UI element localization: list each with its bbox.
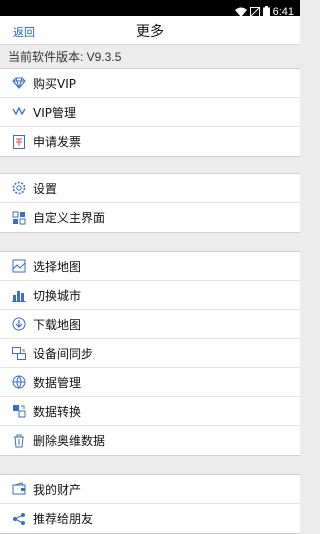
menu-item-label: 购买VIP (33, 76, 76, 91)
status-bar: 6:41 (0, 0, 300, 18)
data-manage-icon (11, 374, 27, 390)
vip-group: 购买VIP VIP管理 申请发票 (0, 68, 300, 157)
city-icon (11, 287, 27, 303)
download-map-icon (11, 316, 27, 332)
menu-item-label: 设备间同步 (33, 346, 94, 361)
version-label: 当前软件版本: V9.3.5 (0, 46, 300, 68)
menu-item-settings[interactable]: 设置 (0, 174, 300, 203)
settings-group: 设置 自定义主界面 (0, 173, 300, 233)
menu-item-download-map[interactable]: 下载地图 (0, 310, 300, 339)
menu-item-select-map[interactable]: 选择地图 (0, 252, 300, 281)
menu-item-invoice[interactable]: 申请发票 (0, 127, 300, 156)
menu-item-buy-vip[interactable]: 购买VIP (0, 69, 300, 98)
vip-manage-icon (11, 104, 27, 120)
menu-item-switch-city[interactable]: 切换城市 (0, 281, 300, 310)
menu-item-my-assets[interactable]: 我的财产 (0, 475, 300, 504)
customize-icon (11, 210, 27, 226)
page-title: 更多 (136, 24, 164, 40)
menu-item-data-convert[interactable]: 数据转换 (0, 397, 300, 426)
invoice-icon (11, 134, 27, 150)
menu-item-label: 删除奥维数据 (33, 434, 106, 448)
data-convert-icon (11, 403, 27, 419)
account-group: 我的财产 推荐给朋友 (0, 474, 300, 534)
share-icon (11, 511, 27, 527)
map-data-group: 选择地图 切换城市 下载地图 设备间同步 数据管理 数据转换 删除奥维数据 (0, 251, 300, 456)
menu-item-label: VIP管理 (33, 105, 76, 120)
menu-item-label: 申请发票 (33, 135, 82, 149)
menu-item-customize[interactable]: 自定义主界面 (0, 203, 300, 232)
menu-item-vip-manage[interactable]: VIP管理 (0, 98, 300, 127)
map-select-icon (11, 258, 27, 274)
gear-icon (11, 180, 27, 196)
menu-item-device-sync[interactable]: 设备间同步 (0, 339, 300, 368)
menu-item-data-manage[interactable]: 数据管理 (0, 368, 300, 397)
menu-item-label: 数据转换 (33, 404, 82, 419)
menu-item-label: 自定义主界面 (33, 211, 106, 225)
menu-item-label: 下载地图 (33, 317, 82, 332)
menu-item-delete-data[interactable]: 删除奥维数据 (0, 426, 300, 455)
sync-icon (11, 345, 27, 361)
menu-item-label: 切换城市 (33, 288, 82, 303)
delete-data-icon (11, 433, 27, 449)
menu-item-label: 我的财产 (33, 482, 82, 497)
diamond-icon (11, 75, 27, 91)
menu-item-share[interactable]: 推荐给朋友 (0, 504, 300, 533)
wallet-icon (11, 481, 27, 497)
menu-item-label: 推荐给朋友 (33, 512, 94, 526)
menu-item-label: 设置 (33, 181, 58, 196)
menu-item-label: 数据管理 (33, 375, 82, 390)
menu-item-label: 选择地图 (33, 259, 82, 274)
nav-bar: 返回 更多 (0, 16, 300, 45)
